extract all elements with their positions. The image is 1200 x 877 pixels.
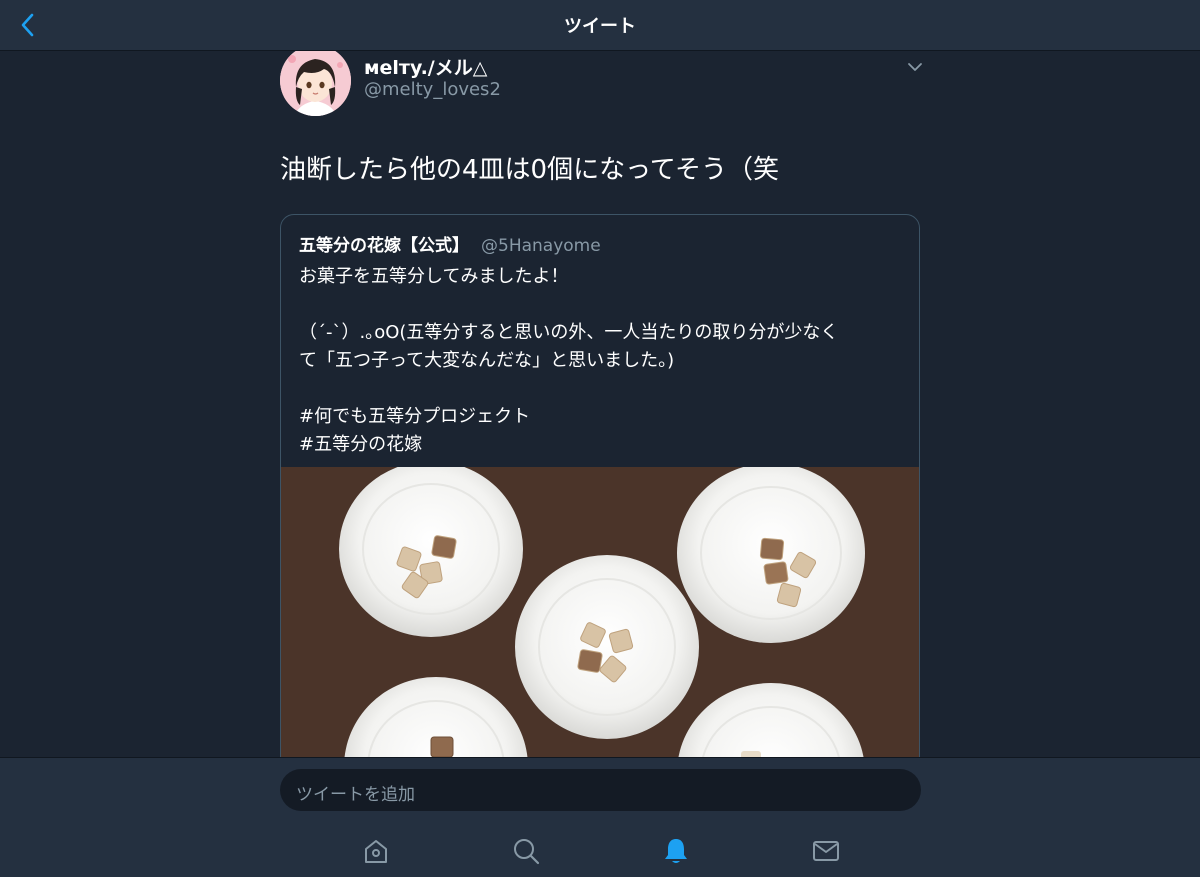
tweet-text: 油断したら他の4皿は0個になってそう（笑 (280, 155, 780, 185)
plates-photo (281, 461, 919, 757)
quoted-tweet-header: 五等分の花嫁【公式】 @5Hanayome (299, 231, 601, 256)
quoted-tweet-text: お菓子を五等分してみましたよ！ （´-`）.｡oO(五等分すると思いの外、一人当… (299, 263, 909, 459)
home-icon[interactable] (361, 836, 391, 866)
quoted-text-line: （´-`）.｡oO(五等分すると思いの外、一人当たりの取り分が少なく (299, 322, 839, 343)
quoted-tweet-photo[interactable] (281, 461, 919, 757)
page-title: ツイート (564, 16, 636, 37)
reply-input[interactable]: ツイートを追加 (280, 769, 921, 811)
user-handle[interactable]: @melty_loves2 (364, 79, 501, 100)
quoted-display-name: 五等分の花嫁【公式】 (299, 236, 469, 256)
hashtag-link[interactable]: #五等分の花嫁 (299, 431, 909, 459)
bottom-bar: ツイートを追加 (0, 757, 1200, 877)
quoted-text-line (299, 291, 909, 319)
search-icon[interactable] (511, 836, 541, 866)
display-name[interactable]: мelтy./メル△ (364, 53, 487, 80)
tweet-detail: мelтy./メル△ @melty_loves2 油断したら他の4皿は0個になっ… (0, 51, 1200, 757)
bell-icon[interactable] (661, 836, 691, 866)
quoted-text-line: て「五つ子って大変なんだな」と思いました。) (299, 350, 675, 371)
avatar[interactable] (280, 51, 351, 116)
hashtag-link[interactable]: #何でも五等分プロジェクト (299, 403, 909, 431)
quoted-text-line: お菓子を五等分してみましたよ！ (299, 266, 569, 287)
quoted-text-line (299, 375, 909, 403)
top-bar: ツイート (0, 0, 1200, 51)
quoted-handle: @5Hanayome (481, 236, 601, 256)
reply-placeholder: ツイートを追加 (296, 785, 415, 805)
avatar-illustration (280, 51, 351, 116)
quoted-tweet-card[interactable]: 五等分の花嫁【公式】 @5Hanayome お菓子を五等分してみましたよ！ （´-… (280, 214, 920, 757)
mail-icon[interactable] (811, 836, 841, 866)
chevron-down-icon[interactable] (905, 59, 925, 75)
